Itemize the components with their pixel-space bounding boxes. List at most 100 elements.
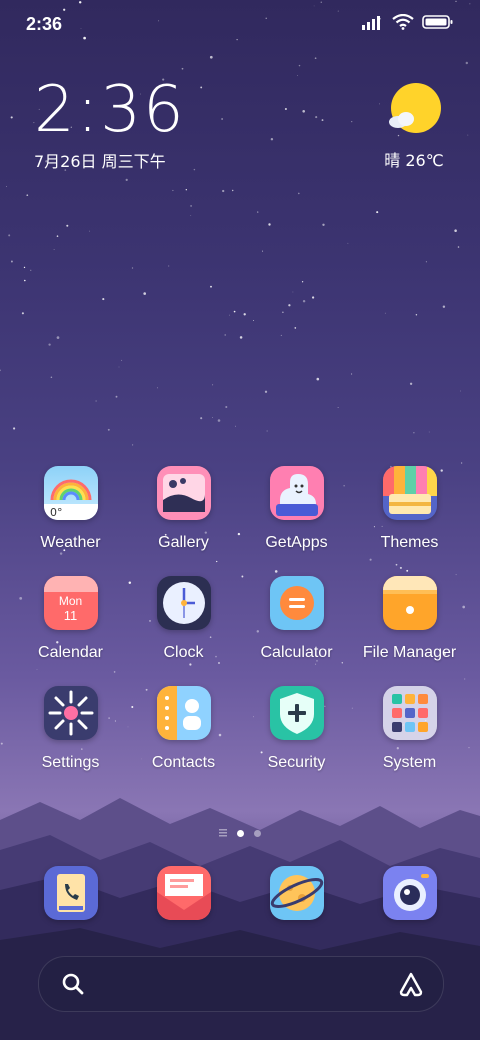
app-label: Themes	[380, 534, 439, 551]
clock-widget-date: 7月26日 周三下午	[34, 152, 166, 171]
star	[253, 319, 254, 321]
star	[131, 267, 134, 269]
settings-icon	[43, 686, 98, 740]
star	[284, 107, 287, 111]
star	[56, 336, 60, 339]
star	[10, 116, 13, 119]
star	[185, 189, 187, 191]
star	[231, 189, 234, 192]
signal-icon	[362, 16, 380, 30]
search-bar[interactable]	[38, 956, 444, 1012]
star	[121, 359, 123, 361]
status-time: 2:36	[26, 14, 63, 34]
star	[200, 417, 203, 420]
dock-browser[interactable]	[240, 866, 353, 920]
star	[311, 296, 315, 299]
app-file-manager[interactable]: File Manager	[353, 576, 466, 662]
app-getapps[interactable]: GetApps	[240, 466, 353, 552]
star	[23, 266, 26, 269]
star	[302, 110, 306, 113]
app-label: GetApps	[265, 534, 328, 551]
app-label: Weather	[40, 534, 101, 551]
star	[143, 292, 146, 295]
app-calendar[interactable]: Mon 11 Calendar	[14, 576, 127, 662]
browser-icon	[269, 866, 324, 920]
app-label: Gallery	[158, 534, 209, 551]
star	[48, 343, 51, 346]
star	[467, 134, 469, 136]
app-label: System	[382, 754, 437, 771]
star	[168, 265, 170, 267]
star	[115, 395, 118, 398]
security-icon	[269, 686, 324, 740]
clock-widget[interactable]: 2:36 7月26日 周三下午	[34, 78, 186, 172]
star	[297, 75, 298, 76]
getapps-icon	[269, 466, 324, 520]
star	[298, 64, 301, 67]
sunny-weather-icon	[389, 83, 441, 133]
search-icon[interactable]	[61, 972, 85, 996]
star	[233, 310, 236, 313]
phone-icon	[43, 866, 98, 920]
app-clock[interactable]: Clock	[127, 576, 240, 662]
star	[413, 432, 415, 434]
star	[102, 298, 105, 301]
star	[224, 334, 226, 336]
star	[316, 377, 320, 381]
star	[347, 242, 349, 244]
app-calculator[interactable]: Calculator	[240, 576, 353, 662]
star	[13, 427, 16, 430]
star	[10, 260, 13, 263]
app-settings[interactable]: Settings	[14, 686, 127, 772]
star	[270, 137, 274, 141]
star	[460, 390, 461, 392]
star	[118, 366, 120, 368]
file-manager-icon	[382, 576, 437, 630]
page-dot-active	[237, 829, 244, 837]
weather-icon-text: 0°	[50, 506, 63, 519]
star	[409, 382, 413, 385]
star	[89, 230, 90, 232]
star	[298, 192, 300, 195]
dock-phone[interactable]	[14, 866, 127, 920]
app-grid: 0° Weather Gallery GetApps Themes Mon 11…	[14, 466, 466, 772]
star	[460, 462, 463, 464]
star	[0, 742, 3, 745]
star	[225, 405, 228, 409]
app-label: Contacts	[151, 754, 216, 771]
app-folder-system[interactable]: System	[353, 686, 466, 772]
star	[288, 304, 291, 307]
star	[337, 407, 339, 408]
clock-icon	[156, 576, 211, 630]
star	[468, 747, 470, 749]
star	[6, 186, 7, 187]
star	[264, 390, 268, 393]
app-label: Clock	[163, 644, 204, 661]
app-gallery[interactable]: Gallery	[127, 466, 240, 552]
weather-widget[interactable]: 晴 26℃	[384, 82, 444, 171]
dock-camera[interactable]	[353, 866, 466, 920]
star	[262, 250, 264, 252]
star	[210, 285, 212, 288]
calendar-day-number: 11	[63, 608, 78, 623]
star	[229, 314, 230, 316]
star	[243, 313, 246, 316]
star	[379, 103, 380, 105]
star	[314, 57, 317, 60]
star	[257, 211, 259, 213]
star	[294, 327, 297, 329]
page-indicator[interactable]	[0, 829, 480, 837]
app-themes[interactable]: Themes	[353, 466, 466, 552]
app-weather[interactable]: 0° Weather	[14, 466, 127, 552]
star	[95, 400, 97, 402]
wifi-icon	[392, 14, 414, 30]
app-security[interactable]: Security	[240, 686, 353, 772]
app-contacts[interactable]: Contacts	[127, 686, 240, 772]
star	[212, 417, 214, 418]
star	[0, 369, 1, 372]
assistant-icon[interactable]	[397, 970, 425, 998]
dock-messages[interactable]	[127, 866, 240, 920]
star	[351, 373, 353, 375]
star	[376, 211, 379, 214]
calendar-day-name: Mon	[58, 594, 83, 608]
